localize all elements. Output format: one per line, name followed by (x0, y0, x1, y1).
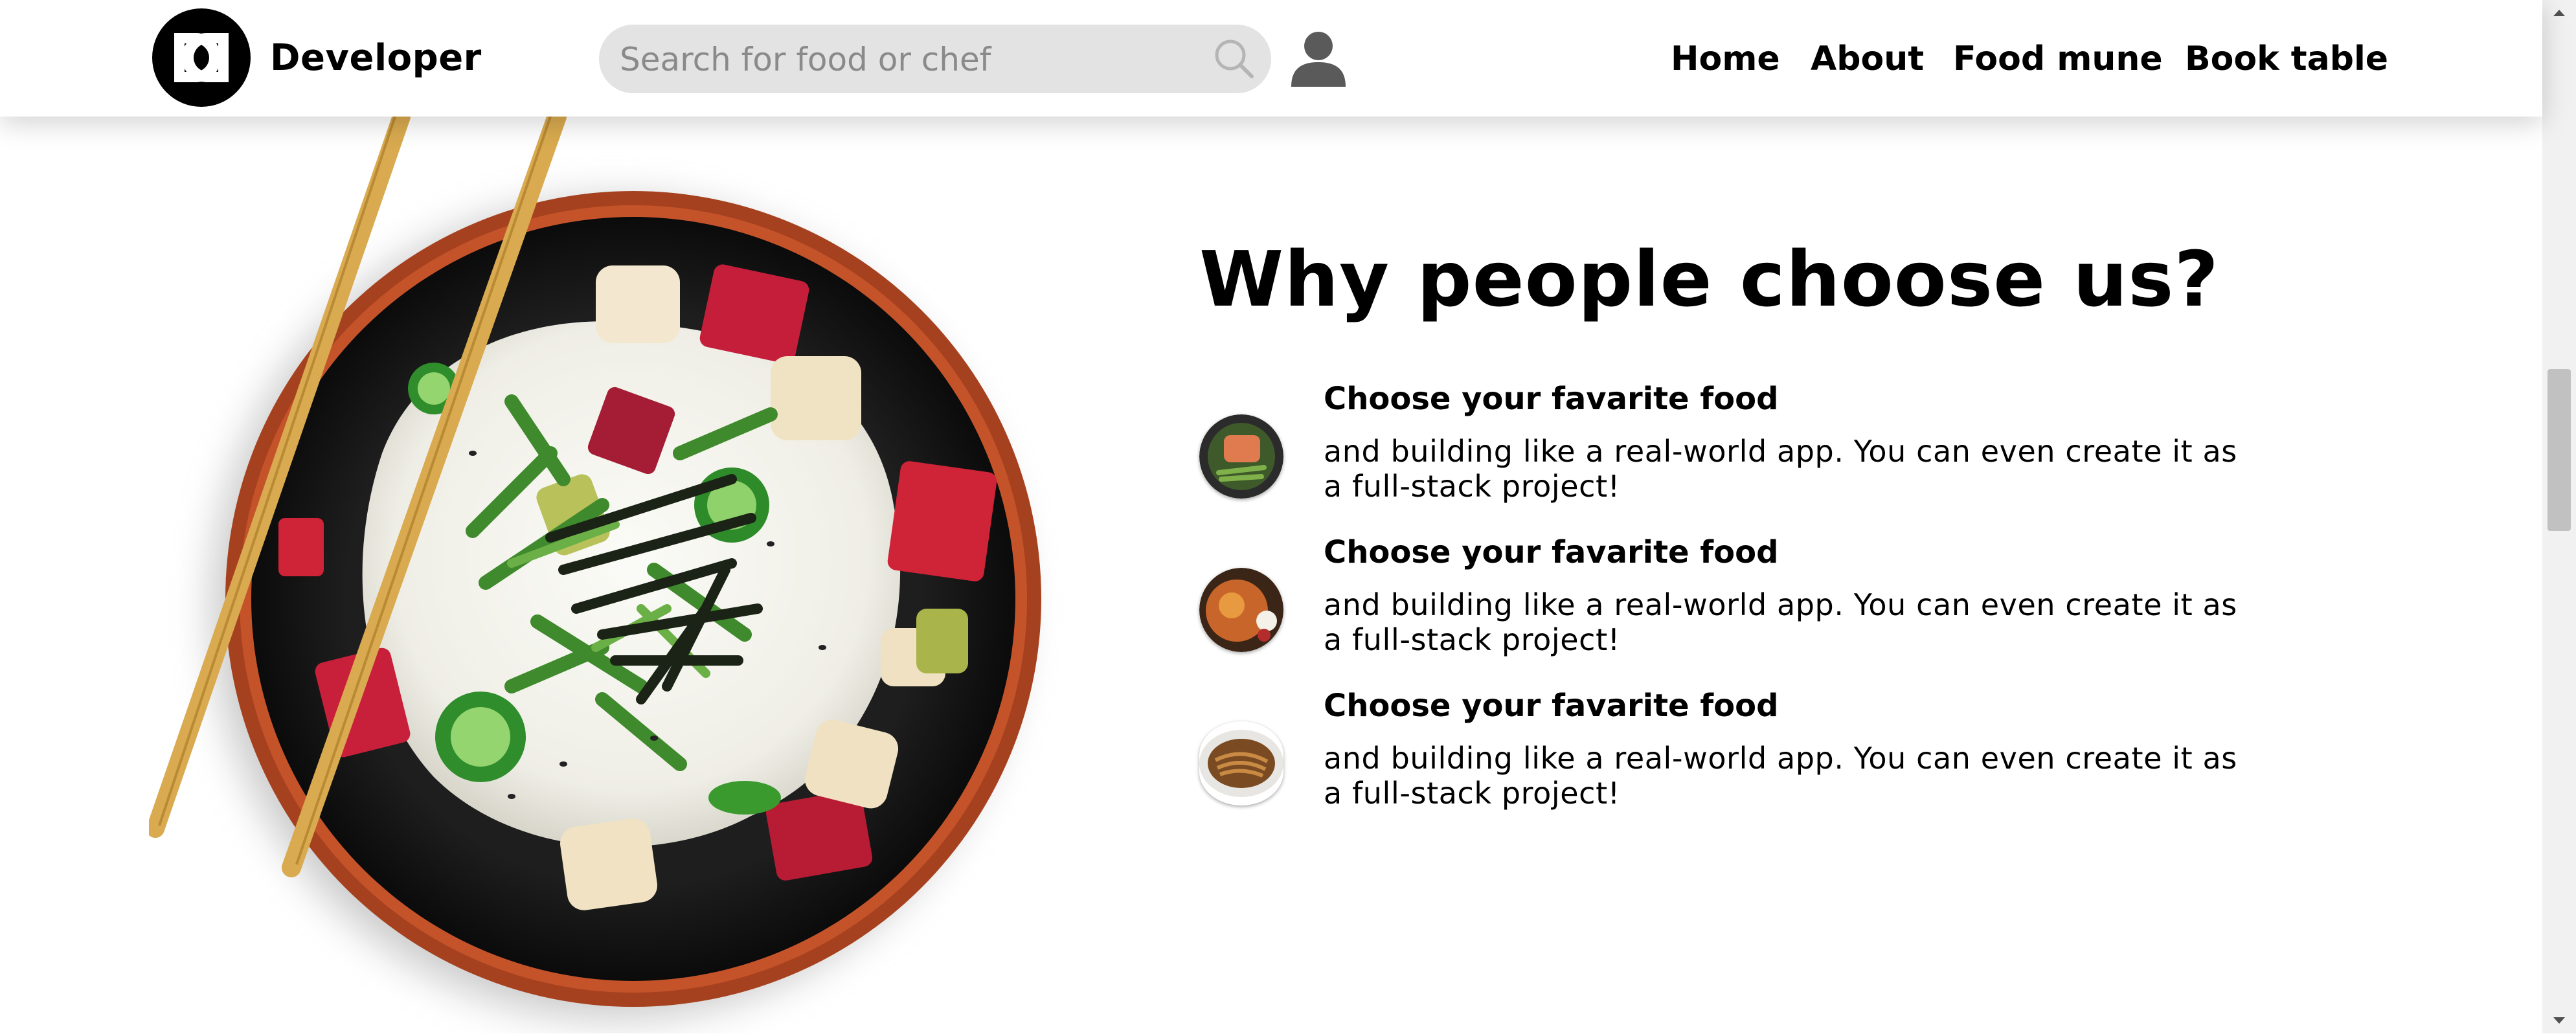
feature-item: Choose your favarite food and building l… (1199, 688, 2300, 817)
poke-bowl-image (146, 107, 1081, 1033)
search-icon[interactable] (1209, 34, 1260, 84)
brand-logo-link[interactable]: Developer (152, 8, 482, 107)
feature-title: Choose your favarite food (1324, 534, 1779, 570)
section-heading: Why people choose us? (1199, 234, 2219, 324)
search-input[interactable] (618, 25, 1191, 95)
scrollbar-thumb[interactable] (2548, 369, 2571, 531)
feature-description: and building like a real-world app. You … (1324, 434, 2237, 504)
feature-item: Choose your favarite food and building l… (1199, 534, 2300, 664)
user-icon[interactable] (1289, 28, 1348, 88)
scroll-up-arrow-icon[interactable] (2542, 0, 2576, 26)
noodle-dish-thumbnail (1199, 721, 1283, 805)
nav-book-table[interactable]: Book table (2185, 36, 2388, 82)
page-scrollbar[interactable] (2542, 0, 2576, 1033)
brand-name: Developer (270, 36, 482, 79)
nav-food-menu[interactable]: Food mune (1953, 36, 2163, 82)
salmon-dish-thumbnail (1199, 414, 1283, 499)
feature-item: Choose your favarite food and building l… (1199, 381, 2300, 510)
search-bar (599, 25, 1271, 95)
scroll-down-arrow-icon[interactable] (2542, 1008, 2576, 1033)
dd-logo-icon (152, 8, 251, 107)
nav-about[interactable]: About (1811, 36, 1924, 82)
feature-title: Choose your favarite food (1324, 381, 1779, 417)
feature-title: Choose your favarite food (1324, 688, 1779, 724)
nav-home[interactable]: Home (1671, 36, 1780, 82)
feature-description: and building like a real-world app. You … (1324, 587, 2237, 657)
curry-dish-thumbnail (1199, 568, 1283, 652)
top-navbar: Developer Home About Food mune Book tabl… (0, 0, 2542, 117)
feature-description: and building like a real-world app. You … (1324, 741, 2237, 811)
